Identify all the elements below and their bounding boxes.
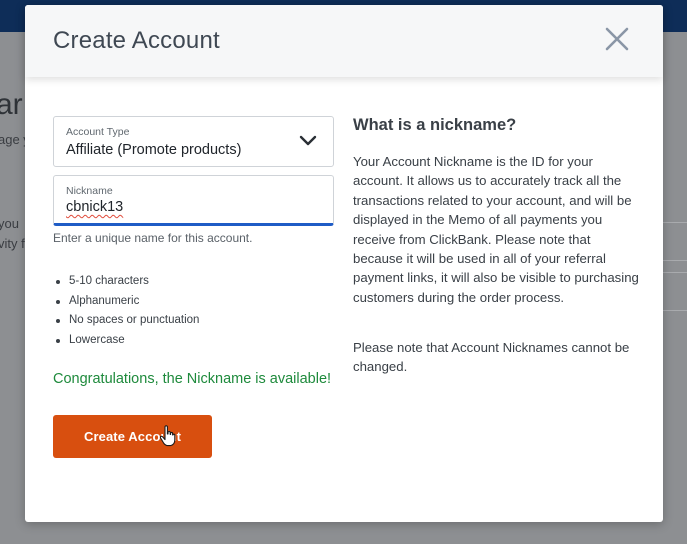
- info-title: What is a nickname?: [353, 116, 517, 134]
- background-heading-fragment: ar: [0, 88, 23, 121]
- nickname-helper-text: Enter a unique name for this account.: [53, 231, 253, 245]
- nickname-value: cbnick13: [66, 199, 124, 215]
- create-account-modal: Create Account Account Type Affiliate (P…: [25, 5, 663, 522]
- background-divider: [663, 222, 687, 223]
- availability-status: Congratulations, the Nickname is availab…: [53, 371, 332, 387]
- background-divider: [663, 272, 687, 273]
- list-item: 5-10 characters: [55, 272, 199, 292]
- modal-header: Create Account: [25, 5, 663, 77]
- nickname-rules-list: 5-10 characters Alphanumeric No spaces o…: [55, 272, 199, 350]
- background-text-fragment: vity f: [0, 236, 25, 251]
- info-note: Please note that Account Nicknames canno…: [353, 340, 630, 375]
- close-icon[interactable]: [603, 25, 631, 53]
- chevron-down-icon: [299, 134, 317, 148]
- modal-title: Create Account: [53, 27, 220, 54]
- nickname-label: Nickname: [66, 185, 113, 197]
- background-text-fragment: you: [0, 216, 19, 231]
- list-item: Alphanumeric: [55, 292, 199, 312]
- info-description: Your Account Nickname is the ID for your…: [353, 154, 639, 305]
- account-type-select[interactable]: Account Type Affiliate (Promote products…: [53, 116, 334, 167]
- background-divider: [663, 260, 687, 261]
- account-type-value: Affiliate (Promote products): [66, 142, 242, 158]
- list-item: No spaces or punctuation: [55, 311, 199, 331]
- list-item: Lowercase: [55, 331, 199, 351]
- create-account-button[interactable]: Create Account: [53, 415, 212, 458]
- nickname-input[interactable]: Nickname cbnick13: [53, 175, 334, 226]
- account-type-label: Account Type: [66, 126, 130, 138]
- background-divider: [663, 310, 687, 311]
